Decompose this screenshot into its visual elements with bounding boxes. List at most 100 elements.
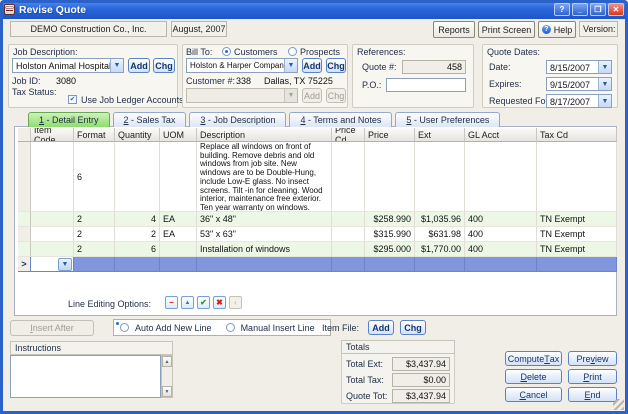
grid-cell-gl-acct[interactable] [465,257,537,272]
grid-cell-price-cd[interactable] [332,142,365,212]
grid-cell-item-code[interactable] [31,212,74,227]
grid-cell-ext[interactable]: $1,770.00 [415,242,465,257]
delete-line-icon[interactable]: − [165,296,178,309]
job-chg-button[interactable]: Chg [153,58,175,73]
grid-cell-uom[interactable] [160,142,197,212]
customer-combo[interactable]: Holston & Harper Companies ▼ [186,58,298,73]
close-button[interactable]: ✕ [608,3,624,16]
row-selector[interactable] [18,242,31,257]
tab-user-preferences[interactable]: 5 - User Preferences [395,112,500,127]
titlebar-help-button[interactable]: ? [554,3,570,16]
print-screen-button[interactable]: Print Screen [478,21,535,38]
tab-terms-and-notes[interactable]: 4 - Terms and Notes [289,112,392,127]
grid-cell-item-code[interactable] [31,242,74,257]
item-file-chg-button[interactable]: Chg [400,320,426,335]
grid-row-new[interactable]: > ▼ [18,257,617,272]
grid-cell-format[interactable]: 2 [74,242,115,257]
cancel-line-icon[interactable]: ✖ [213,296,226,309]
customer-chg-button[interactable]: Chg [326,58,346,73]
grid-cell-format[interactable] [74,257,115,272]
grid-cell-price-cd[interactable] [332,257,365,272]
grid-cell-item-code[interactable] [31,227,74,242]
date-dropdown-icon[interactable]: ▼ [598,61,611,73]
tab-sales-tax[interactable]: 2 - Sales Tax [113,112,187,127]
grid-cell-description[interactable]: Installation of windows [197,242,332,257]
date-combo[interactable]: 8/15/2007 ▼ [546,60,612,74]
compute-tax-button[interactable]: Compute Tax [505,351,562,366]
grid-row-2[interactable]: 2 4 EA 36" x 48" $258.990 $1,035.96 400 … [18,212,617,227]
job-combo[interactable]: Holston Animal Hospital ▼ [12,58,124,73]
grid-cell-uom[interactable]: EA [160,212,197,227]
scroll-up-icon[interactable]: ▲ [162,356,172,367]
requested-dropdown-icon[interactable]: ▼ [598,95,611,107]
preview-button[interactable]: Preview [568,351,617,366]
grid-cell-ext[interactable]: $631.98 [415,227,465,242]
grid-cell-price[interactable] [365,142,415,212]
use-job-ledger-checkbox[interactable]: ✔ [68,95,77,104]
grid-cell-description[interactable]: 53" x 63" [197,227,332,242]
job-combo-dropdown-icon[interactable]: ▼ [110,59,123,72]
grid-cell-format[interactable]: 2 [74,227,115,242]
grid-cell-tax-cd[interactable]: TN Exempt [537,227,617,242]
grid-cell-ext[interactable]: $1,035.96 [415,212,465,227]
manual-insert-line-radio[interactable] [226,323,235,332]
grid-cell-tax-cd[interactable] [537,257,617,272]
grid-cell-ext[interactable] [415,257,465,272]
row-selector[interactable] [18,227,31,242]
maximize-button[interactable]: ❒ [590,3,606,16]
grid-cell-gl-acct[interactable]: 400 [465,242,537,257]
end-button[interactable]: End [568,387,617,402]
customer-combo-dropdown-icon[interactable]: ▼ [284,59,297,72]
grid-cell-price-cd[interactable] [332,212,365,227]
grid-row-3[interactable]: 2 2 EA 53" x 63" $315.990 $631.98 400 TN… [18,227,617,242]
expires-dropdown-icon[interactable]: ▼ [598,78,611,90]
expires-combo[interactable]: 9/15/2007 ▼ [546,77,612,91]
grid-cell-uom[interactable]: EA [160,227,197,242]
move-line-up-icon[interactable]: ▲ [181,296,194,309]
prospects-radio[interactable] [288,47,297,56]
grid-row-1[interactable]: 6 Replace all windows on front of buildi… [18,142,617,212]
auto-add-new-line-radio[interactable] [120,323,129,332]
instructions-textarea[interactable] [10,355,161,398]
grid-cell-quantity[interactable]: 4 [115,212,160,227]
requested-for-combo[interactable]: 8/17/2007 ▼ [546,94,612,108]
grid-cell-format[interactable]: 6 [74,142,115,212]
grid-row-4[interactable]: 2 6 Installation of windows $295.000 $1,… [18,242,617,257]
grid-cell-tax-cd[interactable]: TN Exempt [537,242,617,257]
grid-cell-price[interactable] [365,257,415,272]
help-button[interactable]: ? Help [538,21,576,38]
grid-cell-quantity[interactable] [115,257,160,272]
customers-radio[interactable] [222,47,231,56]
grid-cell-ext[interactable] [415,142,465,212]
row-selector[interactable] [18,212,31,227]
grid-cell-price[interactable]: $258.990 [365,212,415,227]
grid-cell-quantity[interactable]: 6 [115,242,160,257]
instructions-scrollbar[interactable]: ▲ ▼ [161,355,173,398]
accept-line-icon[interactable]: ✔ [197,296,210,309]
grid-cell-description[interactable]: Replace all windows on front of building… [197,142,332,212]
grid-cell-tax-cd[interactable] [537,142,617,212]
minimize-button[interactable]: _ [572,3,588,16]
cancel-button[interactable]: Cancel [505,387,562,402]
grid-cell-gl-acct[interactable]: 400 [465,212,537,227]
tab-job-description[interactable]: 3 - Job Description [189,112,286,127]
grid-cell-description[interactable]: 36" x 48" [197,212,332,227]
grid-cell-uom[interactable] [160,257,197,272]
delete-button[interactable]: Delete [505,369,562,384]
grid-cell-price[interactable]: $295.000 [365,242,415,257]
item-code-dropdown-icon[interactable]: ▼ [58,258,72,271]
grid-cell-format[interactable]: 2 [74,212,115,227]
print-button[interactable]: Print [568,369,617,384]
grid-cell-quantity[interactable]: 2 [115,227,160,242]
grid-cell-price[interactable]: $315.990 [365,227,415,242]
grid-cell-item-code[interactable]: ▼ [31,257,74,272]
reports-button[interactable]: Reports [433,21,475,38]
po-input[interactable] [386,78,466,92]
customer-add-button[interactable]: Add [302,58,322,73]
grid-cell-description[interactable] [197,257,332,272]
job-add-button[interactable]: Add [128,58,150,73]
grid-cell-gl-acct[interactable]: 400 [465,227,537,242]
scroll-down-icon[interactable]: ▼ [162,386,172,397]
grid-cell-price-cd[interactable] [332,242,365,257]
grid-cell-price-cd[interactable] [332,227,365,242]
